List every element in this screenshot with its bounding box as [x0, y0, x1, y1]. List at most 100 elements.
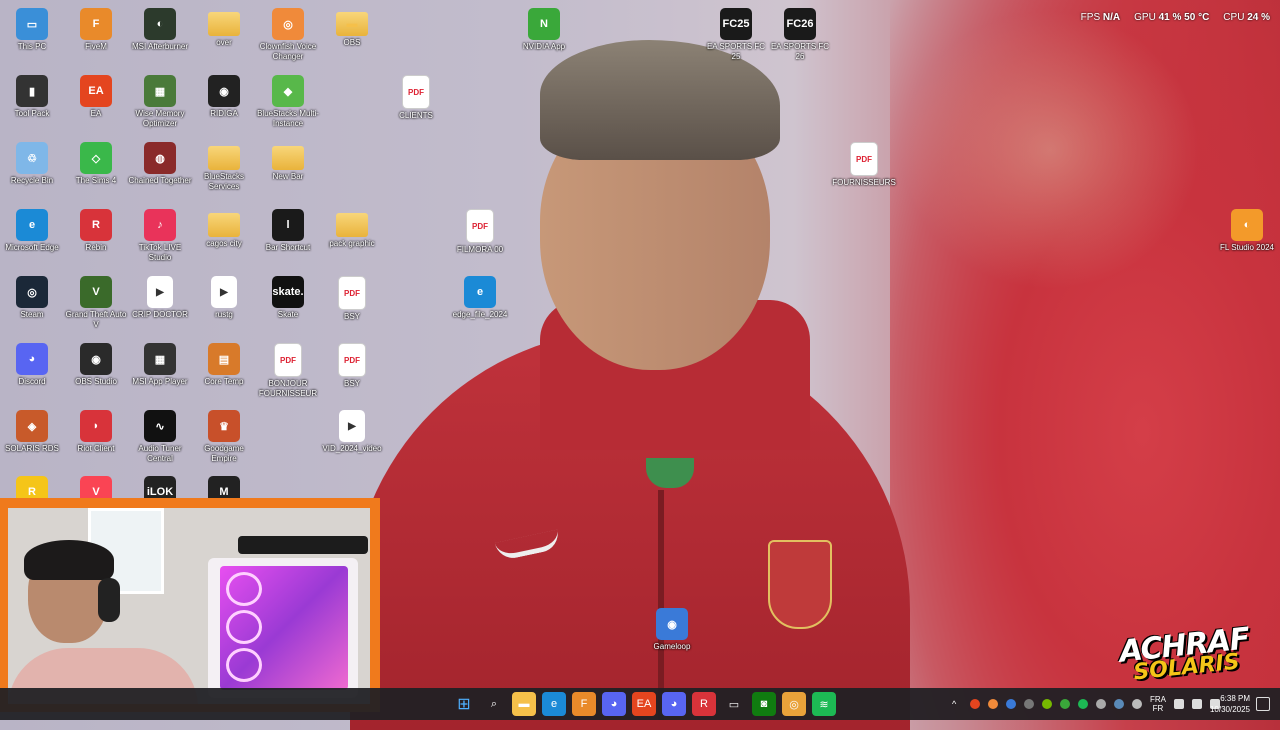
desktop-icon[interactable]: ▦ Wise Memory Optimizer: [128, 71, 192, 129]
desktop-icon[interactable]: cagos city: [192, 205, 256, 249]
desktop-icon[interactable]: ♲ Recycle Bin: [0, 138, 64, 186]
windows-icon[interactable]: ⊞: [452, 692, 476, 716]
desktop-icon[interactable]: ◉ RIDIGA: [192, 71, 256, 119]
tray-app-icon-5[interactable]: [1078, 699, 1088, 709]
desktop-icon[interactable]: ▭ This PC: [0, 4, 64, 52]
desktop-icon[interactable]: e edge_file_2024: [448, 272, 512, 320]
desktop-icon-label: Rebin: [85, 243, 107, 252]
desktop-icon[interactable]: PDF CLIENTS: [384, 71, 448, 121]
nvidia-tray-icon[interactable]: [1042, 699, 1052, 709]
tray-app-icon-2[interactable]: [988, 699, 998, 709]
desktop-icon[interactable]: BlueStacks Services: [192, 138, 256, 192]
notification-icon[interactable]: [1256, 697, 1270, 711]
network-icon[interactable]: [1174, 699, 1184, 709]
desktop-icon[interactable]: PDF FILMORA 00: [448, 205, 512, 255]
desktop-icon[interactable]: ◇ The Sims 4: [64, 138, 128, 186]
desktop-icon-label: TikTok LIVE Studio: [138, 243, 182, 262]
webcam-feed: [8, 508, 370, 704]
app-icon: PDF: [274, 343, 302, 377]
desktop-icon[interactable]: ∿ Audio Tuner Central: [128, 406, 192, 464]
desktop-icon[interactable]: ◈ SOLARIS RDS: [0, 406, 64, 454]
wallpaper-jacket: [350, 330, 910, 730]
app-icon: ◉: [80, 343, 112, 375]
desktop-icon[interactable]: N NVIDIA App: [512, 4, 576, 52]
desktop-icon[interactable]: ▶ VID_2024_video: [320, 406, 384, 454]
desktop-icon[interactable]: ◐ MSI Afterburner: [128, 4, 192, 52]
taskbar-file-explorer-icon[interactable]: ▬: [512, 692, 536, 716]
desktop-icon[interactable]: ◎ Clownfish Voice Changer: [256, 4, 320, 62]
desktop-icon[interactable]: skate. Skate: [256, 272, 320, 320]
tray-chevron-icon[interactable]: ^: [952, 699, 962, 709]
wallpaper-face: [540, 100, 770, 370]
bluetooth-icon[interactable]: [1006, 699, 1016, 709]
taskbar-search-icon[interactable]: ⌕: [482, 692, 506, 716]
desktop-icon-label: New Bar: [272, 172, 304, 181]
taskbar-discord-icon[interactable]: ◕: [662, 692, 686, 716]
taskbar-ea-icon[interactable]: EA: [632, 692, 656, 716]
language-indicator[interactable]: FRA FR: [1150, 695, 1166, 713]
desktop-icon[interactable]: ♪ TikTok LIVE Studio: [128, 205, 192, 263]
tray-app-icon-3[interactable]: [1024, 699, 1034, 709]
desktop-icon[interactable]: ▶ CRIP DOCTOR: [128, 272, 192, 320]
desktop-icon[interactable]: EA EA: [64, 71, 128, 119]
desktop-icon[interactable]: ◉ OBS Studio: [64, 339, 128, 387]
desktop-icon[interactable]: ◍ Chained Together: [128, 138, 192, 186]
desktop-icon[interactable]: over: [192, 4, 256, 48]
desktop-icon[interactable]: e Microsoft Edge: [0, 205, 64, 253]
app-icon: ◐: [144, 8, 176, 40]
taskbar-fivem-icon[interactable]: F: [572, 692, 596, 716]
desktop-icon[interactable]: ◎ Steam: [0, 272, 64, 320]
wallpaper-neck: [590, 260, 740, 430]
desktop-icon[interactable]: ▶ rustg: [192, 272, 256, 320]
desktop-icon-label: FILMORA 00: [456, 245, 504, 254]
taskbar-rebin-icon[interactable]: R: [692, 692, 716, 716]
clock[interactable]: 6:38 PM 10/30/2025: [1210, 693, 1250, 715]
desktop-icon-label: SOLARIS RDS: [5, 444, 59, 453]
desktop-icon[interactable]: V Grand Theft Auto V: [64, 272, 128, 330]
app-icon: ◉: [208, 75, 240, 107]
taskbar-edge-icon[interactable]: e: [542, 692, 566, 716]
desktop-icon[interactable]: PDF FOURNISSEURS: [832, 138, 896, 188]
desktop-icon-label: NVIDIA App: [522, 42, 566, 51]
webcam-streamer: [8, 538, 198, 704]
desktop-icon[interactable]: ▬ OBS: [320, 4, 384, 48]
taskbar-chrome-icon[interactable]: ◎: [782, 692, 806, 716]
desktop-icon[interactable]: ◗ Riot Client: [64, 406, 128, 454]
desktop-icon[interactable]: l Bar Shortcut: [256, 205, 320, 253]
taskbar-discord-game-icon[interactable]: ◕: [602, 692, 626, 716]
tray-app-icon-4[interactable]: [1060, 699, 1070, 709]
steam-tray-icon[interactable]: [1114, 699, 1124, 709]
desktop-icon[interactable]: ▦ MSI App Player: [128, 339, 192, 387]
desktop-icon-label: BSY: [343, 312, 360, 321]
app-icon: R: [80, 209, 112, 241]
desktop-icon[interactable]: PDF BSY: [320, 272, 384, 322]
app-icon: ◈: [16, 410, 48, 442]
tray-app-icon-6[interactable]: [1096, 699, 1106, 709]
desktop-icon[interactable]: FC26 EA SPORTS FC 26: [768, 4, 832, 62]
desktop-icon[interactable]: pack graphic: [320, 205, 384, 249]
desktop-icon[interactable]: ▮ Tool Pack: [0, 71, 64, 119]
desktop-icon[interactable]: ▤ Core Temp: [192, 339, 256, 387]
tray-app-icon-1[interactable]: [970, 699, 980, 709]
app-icon: skate.: [272, 276, 304, 308]
desktop-icon[interactable]: PDF BONJOUR FOURNISSEUR: [256, 339, 320, 399]
microphone-icon[interactable]: [1132, 699, 1142, 709]
desktop-icon[interactable]: F FiveM: [64, 4, 128, 52]
desktop-icon[interactable]: R Rebin: [64, 205, 128, 253]
desktop-icon[interactable]: ◕ Discord: [0, 339, 64, 387]
desktop-icon[interactable]: ◐ FL Studio 2024: [1215, 205, 1279, 253]
volume-icon[interactable]: [1192, 699, 1202, 709]
taskbar-xbox-icon[interactable]: ◙: [752, 692, 776, 716]
desktop-icon[interactable]: FC25 EA SPORTS FC 25: [704, 4, 768, 62]
webcam-pc-fans: [226, 572, 262, 682]
desktop-icon[interactable]: New Bar: [256, 138, 320, 182]
app-icon: ▶: [339, 410, 365, 442]
taskbar-spotify-icon[interactable]: ≋: [812, 692, 836, 716]
taskbar-taskview-icon[interactable]: ▭: [722, 692, 746, 716]
desktop-icon[interactable]: ◆ BlueStacks Multi-Instance: [256, 71, 320, 129]
desktop-icon[interactable]: ♛ Goodgame Empire: [192, 406, 256, 464]
app-icon: ◎: [272, 8, 304, 40]
desktop-icon[interactable]: ◉ Gameloop: [640, 604, 704, 652]
app-icon: e: [16, 209, 48, 241]
desktop-icon[interactable]: PDF BSY: [320, 339, 384, 389]
